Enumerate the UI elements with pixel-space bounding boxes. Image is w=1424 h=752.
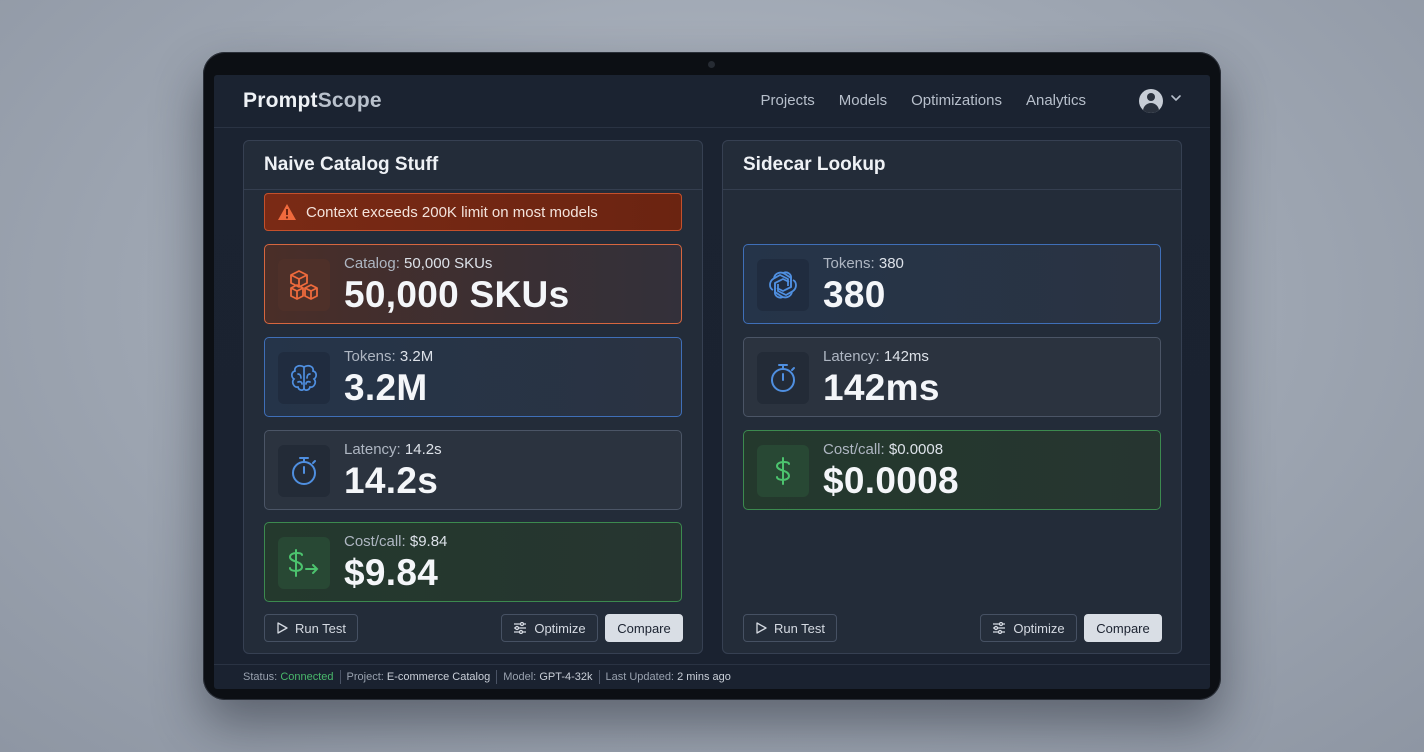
metric-card-cost: Cost/call: $0.0008 $0.0008 <box>743 430 1161 510</box>
camera-dot <box>708 61 715 68</box>
sliders-icon <box>514 622 527 634</box>
metric-label-key: Latency: <box>344 441 401 458</box>
main-nav: Projects Models Optimizations Analytics <box>761 92 1086 109</box>
brain-icon <box>278 352 330 404</box>
project-value: E-commerce Catalog <box>386 671 491 683</box>
model-value: GPT-4-32k <box>539 671 593 683</box>
optimize-button[interactable]: Optimize <box>501 614 598 642</box>
metric-label-key: Cost/call: <box>344 533 406 550</box>
compare-button[interactable]: Compare <box>1084 614 1162 642</box>
compare-label: Compare <box>1096 620 1150 636</box>
metric-label-value: $0.0008 <box>888 441 944 458</box>
logo-part-prompt: Prompt <box>243 89 318 112</box>
metric-label: Cost/call: $9.84 <box>344 533 447 550</box>
nav-item-models[interactable]: Models <box>839 92 887 109</box>
status-bar: Status: Connected Project: E-commerce Ca… <box>214 664 1210 689</box>
dollar-arrow-icon <box>278 537 330 589</box>
metric-label-key: Tokens: <box>344 348 396 365</box>
metric-label-value: 380 <box>878 255 904 272</box>
model-label: Model: <box>503 671 537 683</box>
status-divider <box>339 670 341 684</box>
nav-item-projects[interactable]: Projects <box>761 92 815 109</box>
panel-sidecar-lookup: Sidecar Lookup Tokens: 380 380 Latency: … <box>722 140 1182 654</box>
compare-button[interactable]: Compare <box>605 614 683 642</box>
metric-card-cost: Cost/call: $9.84 $9.84 <box>264 522 682 602</box>
run-test-label: Run Test <box>773 620 826 636</box>
metric-label-value: 14.2s <box>404 441 442 458</box>
metric-value: 142ms <box>823 367 940 408</box>
panel-title: Naive Catalog Stuff <box>244 141 702 190</box>
panel-title: Sidecar Lookup <box>723 141 1181 190</box>
updated-label: Last Updated: <box>605 671 675 683</box>
panel-naive-catalog: Naive Catalog Stuff Context exceeds 200K… <box>243 140 703 654</box>
optimize-label: Optimize <box>1013 620 1065 636</box>
status-divider <box>598 670 600 684</box>
tablet-frame: PromptScope Projects Models Optimization… <box>203 52 1221 700</box>
updated-value: 2 mins ago <box>677 671 731 683</box>
metric-card-tokens: Tokens: 3.2M 3.2M <box>264 337 682 417</box>
metric-value: 14.2s <box>344 460 439 501</box>
metric-label: Tokens: 380 <box>823 255 904 272</box>
metric-label-key: Catalog: <box>344 255 400 272</box>
status-value: Connected <box>280 671 334 683</box>
metric-label: Cost/call: $0.0008 <box>823 441 943 458</box>
nav-item-optimizations[interactable]: Optimizations <box>911 92 1002 109</box>
metric-value: $0.0008 <box>823 460 959 501</box>
warning-icon <box>278 204 296 220</box>
metric-card-latency: Latency: 14.2s 14.2s <box>264 430 682 510</box>
metric-value: 380 <box>823 274 886 315</box>
user-avatar-icon[interactable] <box>1139 89 1163 113</box>
status-label: Status: <box>243 671 278 683</box>
metric-card-catalog: Catalog: 50,000 SKUs 50,000 SKUs <box>264 244 682 324</box>
metric-label: Latency: 142ms <box>823 348 929 365</box>
metric-label: Catalog: 50,000 SKUs <box>344 255 492 272</box>
context-limit-alert: Context exceeds 200K limit on most model… <box>264 193 682 231</box>
logo-part-scope: Scope <box>317 89 382 112</box>
optimize-button[interactable]: Optimize <box>980 614 1077 642</box>
run-test-button[interactable]: Run Test <box>743 614 837 642</box>
metric-label: Tokens: 3.2M <box>344 348 433 365</box>
boxes-icon <box>278 259 330 311</box>
stopwatch-icon <box>757 352 809 404</box>
metric-value: $9.84 <box>344 552 439 593</box>
run-test-label: Run Test <box>294 620 347 636</box>
alert-text: Context exceeds 200K limit on most model… <box>306 203 598 221</box>
status-divider <box>496 670 498 684</box>
openai-icon <box>757 259 809 311</box>
metric-card-latency: Latency: 142ms 142ms <box>743 337 1161 417</box>
nav-item-analytics[interactable]: Analytics <box>1026 92 1086 109</box>
metric-label-key: Cost/call: <box>823 441 885 458</box>
metric-value: 50,000 SKUs <box>344 274 570 315</box>
optimize-label: Optimize <box>534 620 586 636</box>
project-label: Project: <box>346 671 384 683</box>
play-icon <box>756 622 767 634</box>
run-test-button[interactable]: Run Test <box>264 614 358 642</box>
metric-value: 3.2M <box>344 367 428 408</box>
sliders-icon <box>993 622 1006 634</box>
metric-label-value: 3.2M <box>399 348 434 365</box>
metric-label-value: 142ms <box>883 348 929 365</box>
dollar-icon <box>757 445 809 497</box>
metric-label-key: Tokens: <box>823 255 875 272</box>
chevron-down-icon[interactable] <box>1170 92 1182 104</box>
metric-card-tokens: Tokens: 380 380 <box>743 244 1161 324</box>
metric-label: Latency: 14.2s <box>344 441 442 458</box>
app-logo[interactable]: PromptScope <box>243 89 382 113</box>
play-icon <box>277 622 288 634</box>
metric-label-key: Latency: <box>823 348 880 365</box>
metric-label-value: 50,000 SKUs <box>404 255 493 272</box>
top-navigation-bar: PromptScope Projects Models Optimization… <box>214 75 1210 128</box>
compare-label: Compare <box>617 620 671 636</box>
app-screen: PromptScope Projects Models Optimization… <box>214 75 1210 689</box>
metric-label-value: $9.84 <box>409 533 448 550</box>
stopwatch-icon <box>278 445 330 497</box>
